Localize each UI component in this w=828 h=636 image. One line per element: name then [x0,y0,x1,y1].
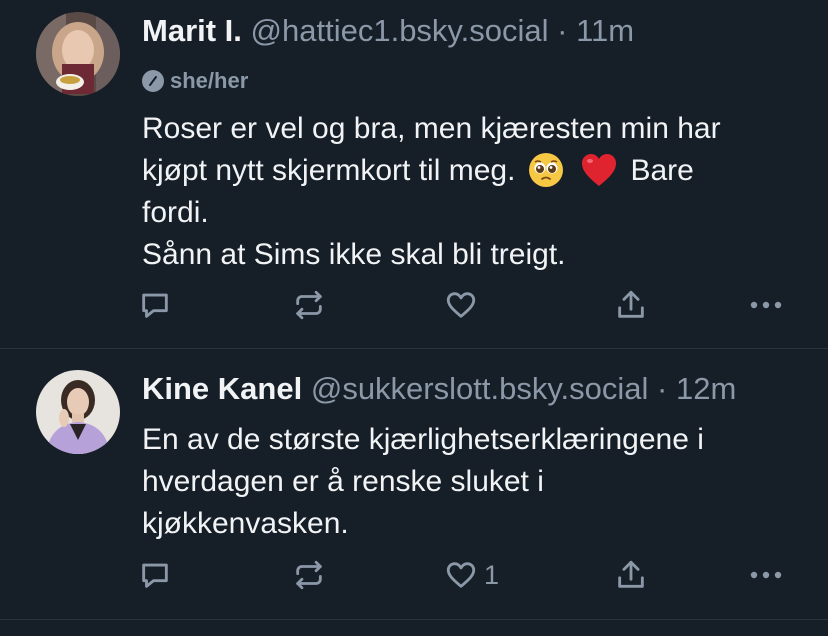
reply-icon [138,288,172,322]
more-options-button[interactable] [746,285,786,325]
post-body-line: Roser er vel og bra, men kjæresten min h… [142,112,721,145]
author-name[interactable]: Kine Kanel [142,371,302,406]
pronouns-badge: she/her [142,66,248,96]
post-body-fragment: Bare [630,154,694,187]
post-header: Kine Kanel @sukkerslott.bsky.social · 12… [142,370,808,408]
post-body-line: Sånn at Sims ikke skal bli treigt. [142,238,566,271]
share-button[interactable] [614,555,648,595]
repost-icon [292,558,326,592]
post[interactable]: Marit I. @hattiec1.bsky.social · 11m she… [0,0,828,349]
author-handle[interactable]: @hattiec1.bsky.social [251,13,549,48]
post-body-line: En av de største kjærlighetserklæringene… [142,423,704,456]
repost-button[interactable] [292,285,326,325]
share-button[interactable] [614,285,648,325]
more-icon [746,558,786,592]
author-handle[interactable]: @sukkerslott.bsky.social [311,371,649,406]
red-heart-emoji [580,152,618,188]
author-name[interactable]: Marit I. [142,13,242,48]
like-icon [444,558,478,592]
feed: Marit I. @hattiec1.bsky.social · 11m she… [0,0,828,636]
post-body-line: fordi. [142,196,209,229]
like-button[interactable]: 1 [444,555,499,595]
more-icon [746,288,786,322]
pronouns-icon [142,70,164,92]
post-actions [138,285,798,325]
share-icon [614,558,648,592]
timestamp[interactable]: 11m [576,13,634,48]
repost-icon [292,288,326,322]
separator: · [657,371,668,406]
post-body: Roser er vel og bra, men kjæresten min h… [142,108,798,276]
share-icon [614,288,648,322]
reply-button[interactable] [138,555,172,595]
post[interactable]: Kine Kanel @sukkerslott.bsky.social · 12… [0,349,828,620]
more-options-button[interactable] [746,555,786,595]
reply-icon [138,558,172,592]
post-body-fragment: kjøpt nytt skjermkort til meg. [142,154,516,187]
post-header: Marit I. @hattiec1.bsky.social · 11m [142,12,808,50]
reply-button[interactable] [138,285,172,325]
post-body: En av de største kjærlighetserklæringene… [142,419,798,545]
post-body-line: kjøkkenvasken. [142,507,349,540]
pronouns-text: she/her [170,68,249,93]
avatar[interactable] [36,12,120,96]
separator: · [557,13,568,48]
pleading-face-emoji [528,152,564,188]
post-body-line: hverdagen er å renske sluket i [142,465,544,498]
timestamp[interactable]: 12m [676,371,736,406]
post-actions: 1 [138,555,798,595]
like-icon [444,288,478,322]
like-count: 1 [484,559,500,590]
repost-button[interactable] [292,555,326,595]
avatar[interactable] [36,370,120,454]
like-button[interactable] [444,285,484,325]
post-body-line: kjøpt nytt skjermkort til meg. Bare [142,150,798,192]
